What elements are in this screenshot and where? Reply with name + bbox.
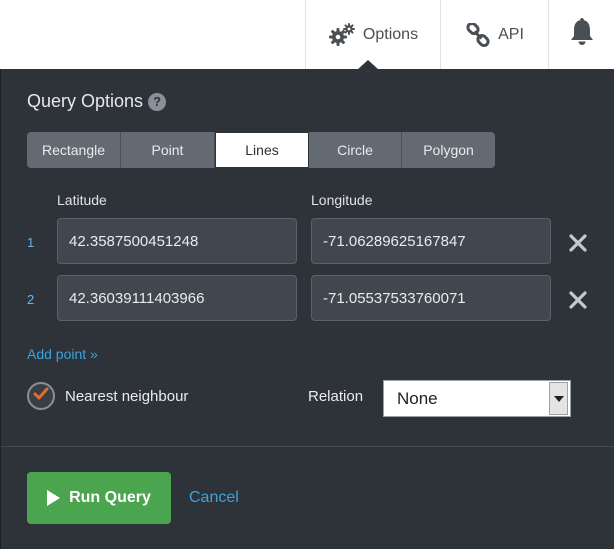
api-nav-button[interactable]: API — [440, 0, 549, 69]
relation-select-value: None — [397, 388, 438, 408]
api-label: API — [498, 25, 524, 43]
help-icon[interactable]: ? — [148, 92, 167, 111]
tab-rectangle[interactable]: Rectangle — [27, 132, 121, 168]
notifications-button[interactable] — [548, 0, 614, 69]
gears-icon — [328, 22, 355, 47]
bell-icon — [569, 18, 595, 51]
panel-title-text: Query Options — [27, 91, 144, 111]
nearest-neighbour-label: Nearest neighbour — [65, 388, 189, 405]
longitude-field-1[interactable] — [311, 218, 551, 264]
latitude-field-1[interactable] — [57, 218, 297, 264]
tab-lines[interactable]: Lines — [215, 132, 309, 168]
options-nav-button[interactable]: Options — [305, 0, 441, 69]
point-index-2: 2 — [27, 292, 35, 307]
tab-circle[interactable]: Circle — [309, 132, 402, 168]
panel-title: Query Options ? — [27, 91, 167, 112]
run-query-label: Run Query — [69, 489, 151, 506]
remove-point-2-icon[interactable] — [568, 290, 588, 310]
play-icon — [47, 490, 61, 506]
checkmark-icon — [33, 387, 49, 406]
relation-select[interactable]: None — [383, 380, 571, 417]
remove-point-1-icon[interactable] — [568, 233, 588, 253]
top-navbar: Options API — [0, 0, 614, 70]
latitude-header: Latitude — [57, 192, 107, 208]
longitude-field-2[interactable] — [311, 275, 551, 321]
chevron-down-icon[interactable] — [549, 382, 568, 415]
point-index-1: 1 — [27, 235, 35, 250]
options-label: Options — [362, 25, 419, 43]
latitude-field-2[interactable] — [57, 275, 297, 321]
relation-label: Relation — [308, 388, 364, 405]
link-icon — [466, 22, 490, 47]
nearest-neighbour-checkbox[interactable] — [27, 382, 55, 410]
run-query-button[interactable]: Run Query — [27, 472, 171, 524]
shape-tabs: Rectangle Point Lines Circle Polygon — [27, 132, 495, 168]
footer-divider — [1, 446, 614, 447]
tab-polygon[interactable]: Polygon — [402, 132, 495, 168]
cancel-link[interactable]: Cancel — [189, 489, 239, 507]
query-options-panel: Query Options ? Rectangle Point Lines Ci… — [0, 69, 614, 549]
add-point-link[interactable]: Add point » — [27, 346, 98, 362]
tab-point[interactable]: Point — [121, 132, 215, 168]
longitude-header: Longitude — [311, 192, 373, 208]
